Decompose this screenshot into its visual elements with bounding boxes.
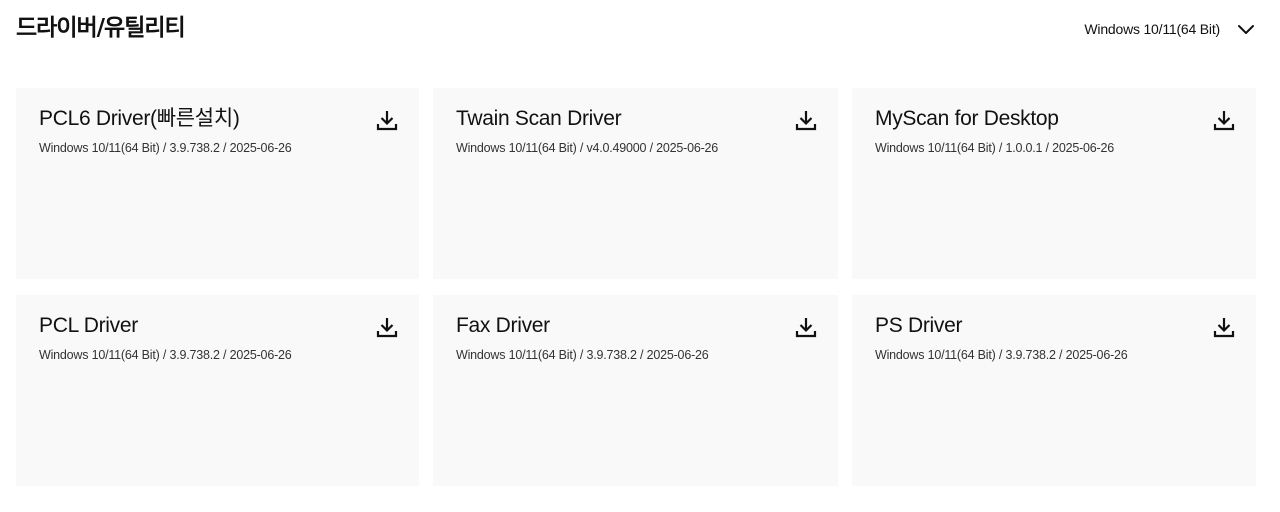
driver-card-title: Twain Scan Driver <box>456 107 622 130</box>
driver-card-meta: Windows 10/11(64 Bit) / 1.0.0.1 / 2025-0… <box>875 141 1115 155</box>
chevron-down-icon[interactable] <box>1236 19 1256 39</box>
driver-card-meta: Windows 10/11(64 Bit) / 3.9.738.2 / 2025… <box>39 141 292 155</box>
page-title: 드라이버/유틸리티 <box>16 15 186 41</box>
driver-card-title: MyScan for Desktop <box>875 107 1059 130</box>
driver-card-title: Fax Driver <box>456 314 550 337</box>
download-icon[interactable] <box>375 315 399 339</box>
driver-card-grid: PCL6 Driver(빠른설치) Windows 10/11(64 Bit) … <box>16 88 1256 486</box>
os-select-dropdown[interactable]: Windows 10/11(64 Bit) <box>1084 14 1256 44</box>
driver-card-meta: Windows 10/11(64 Bit) / v4.0.49000 / 202… <box>456 141 719 155</box>
driver-card: PCL6 Driver(빠른설치) Windows 10/11(64 Bit) … <box>16 88 419 279</box>
download-icon[interactable] <box>794 108 818 132</box>
driver-card-meta: Windows 10/11(64 Bit) / 3.9.738.2 / 2025… <box>456 348 709 362</box>
driver-card-meta: Windows 10/11(64 Bit) / 3.9.738.2 / 2025… <box>875 348 1128 362</box>
driver-card-title: PS Driver <box>875 314 963 337</box>
download-icon[interactable] <box>794 315 818 339</box>
driver-card: Twain Scan Driver Windows 10/11(64 Bit) … <box>433 88 838 279</box>
driver-card-title: PCL Driver <box>39 314 138 337</box>
os-select-value: Windows 10/11(64 Bit) <box>1084 21 1220 37</box>
download-icon[interactable] <box>1212 108 1236 132</box>
driver-card: PCL Driver Windows 10/11(64 Bit) / 3.9.7… <box>16 295 419 486</box>
driver-card-title: PCL6 Driver(빠른설치) <box>39 107 240 130</box>
download-icon[interactable] <box>1212 315 1236 339</box>
driver-card-meta: Windows 10/11(64 Bit) / 3.9.738.2 / 2025… <box>39 348 292 362</box>
driver-card: Fax Driver Windows 10/11(64 Bit) / 3.9.7… <box>433 295 838 486</box>
driver-card: PS Driver Windows 10/11(64 Bit) / 3.9.73… <box>852 295 1256 486</box>
driver-card: MyScan for Desktop Windows 10/11(64 Bit)… <box>852 88 1256 279</box>
download-icon[interactable] <box>375 108 399 132</box>
